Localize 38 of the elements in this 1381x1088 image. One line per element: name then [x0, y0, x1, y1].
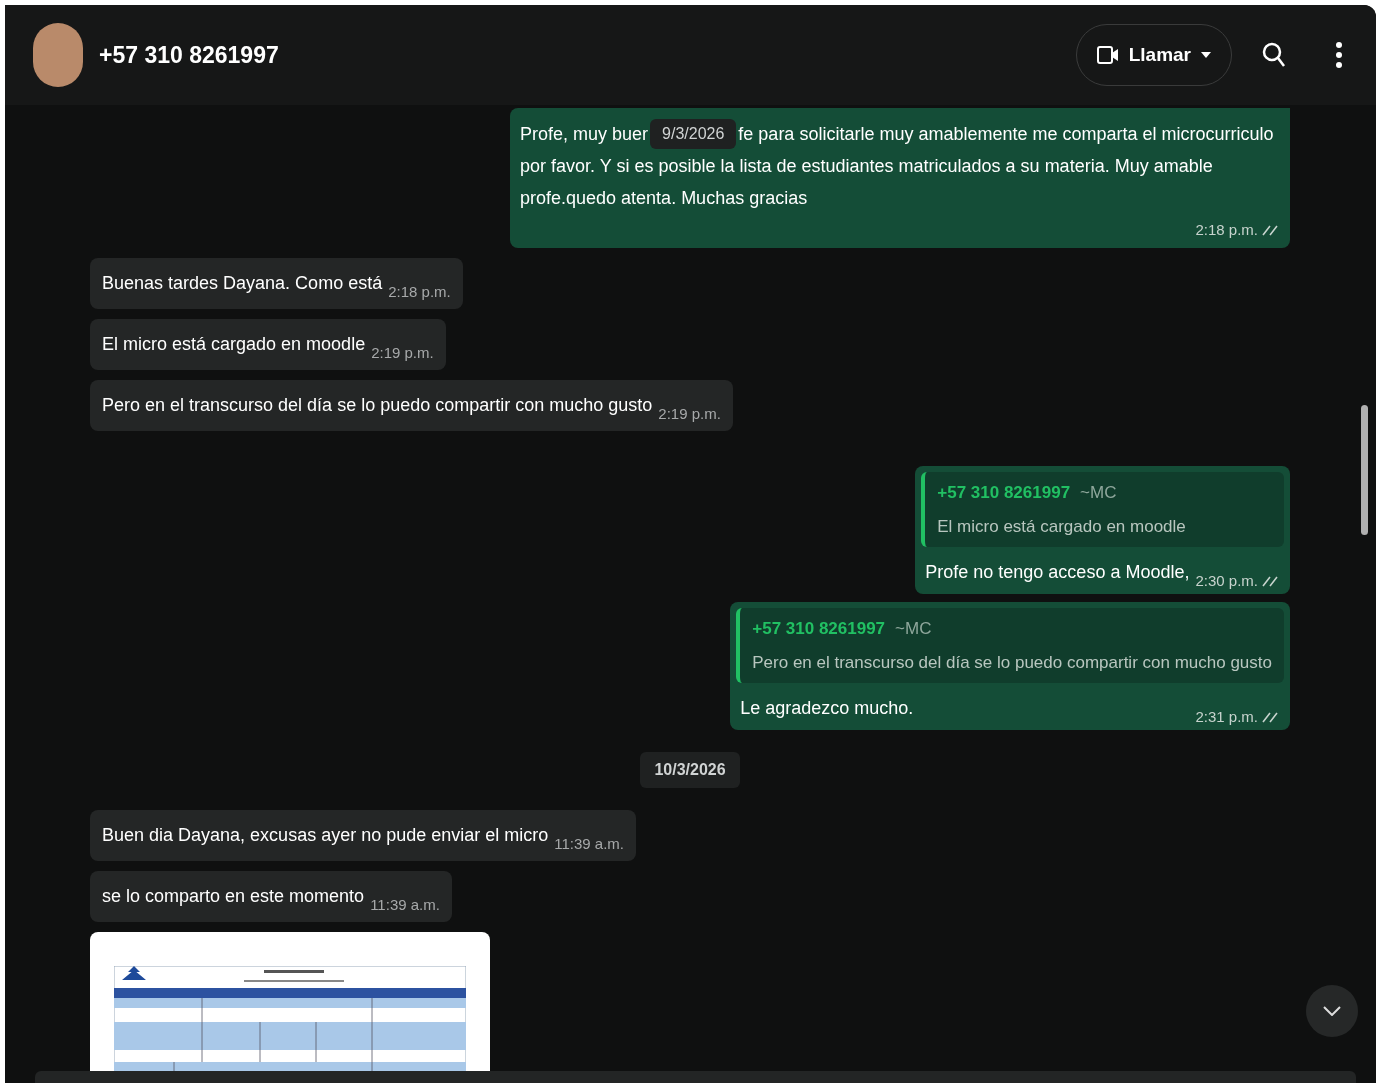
- message-text: Pero en el transcurso del día se lo puedo compartir con mucho gusto: [102, 394, 653, 417]
- quote-text: El micro está cargado en moodle: [937, 515, 1187, 538]
- scrollbar[interactable]: [1361, 405, 1368, 535]
- message-text: El micro está cargado en moodle: [102, 333, 366, 356]
- message-time: 11:39 a.m.: [370, 894, 440, 915]
- message-text: Profe no tengo acceso a Moodle,: [925, 561, 1190, 584]
- message-text: profe.quedo atenta. Muchas gracias: [520, 187, 808, 210]
- message-time: 2:19 p.m.: [371, 342, 434, 363]
- message-time: 2:18 p.m.: [1195, 220, 1258, 240]
- quote-author: +57 310 8261997: [752, 618, 886, 640]
- message-time: 2:31 p.m.: [1195, 706, 1258, 727]
- message-text: Profe, muy buer: [520, 123, 649, 146]
- quote-author: +57 310 8261997: [937, 482, 1071, 504]
- quote-alias: ~MC: [895, 618, 932, 640]
- message-time: 2:19 p.m.: [658, 403, 721, 424]
- message-time: 2:30 p.m.: [1195, 570, 1258, 591]
- message-text: fe para solicitarle muy amablemente me comparta el microcurriculo: [738, 123, 1274, 146]
- quote-text: Pero en el transcurso del día se lo puedo compartir con mucho gusto: [752, 651, 1272, 674]
- avatar[interactable]: [33, 23, 83, 87]
- date-label: 10/3/2026: [640, 752, 740, 788]
- message-text: se lo comparto en este momento: [102, 885, 365, 908]
- double-check-icon: [1262, 710, 1280, 723]
- menu-icon[interactable]: [1336, 42, 1342, 68]
- double-check-icon: [1262, 574, 1280, 587]
- message-text: Buenas tardes Dayana. Como está: [102, 272, 383, 295]
- contact-name[interactable]: +57 310 8261997: [99, 37, 279, 73]
- message-text: Buen dia Dayana, excusas ayer no pude enviar el micro: [102, 824, 549, 847]
- caret-icon: [1201, 52, 1211, 58]
- chevron-down-icon: [1323, 1006, 1341, 1016]
- search-icon[interactable]: [1262, 42, 1286, 68]
- double-check-icon: [1262, 224, 1280, 236]
- date-label: 9/3/2026: [650, 119, 737, 149]
- video-camera-icon: [1096, 46, 1119, 64]
- message-text: por favor. Y si es posible la lista de estudiantes matriculados a su materia. Muy amable: [520, 155, 1213, 178]
- message-text: Le agradezco mucho.: [740, 697, 914, 720]
- message-time: 2:18 p.m.: [388, 281, 451, 302]
- message-time: 11:39 a.m.: [554, 833, 625, 854]
- quote-alias: ~MC: [1080, 482, 1117, 504]
